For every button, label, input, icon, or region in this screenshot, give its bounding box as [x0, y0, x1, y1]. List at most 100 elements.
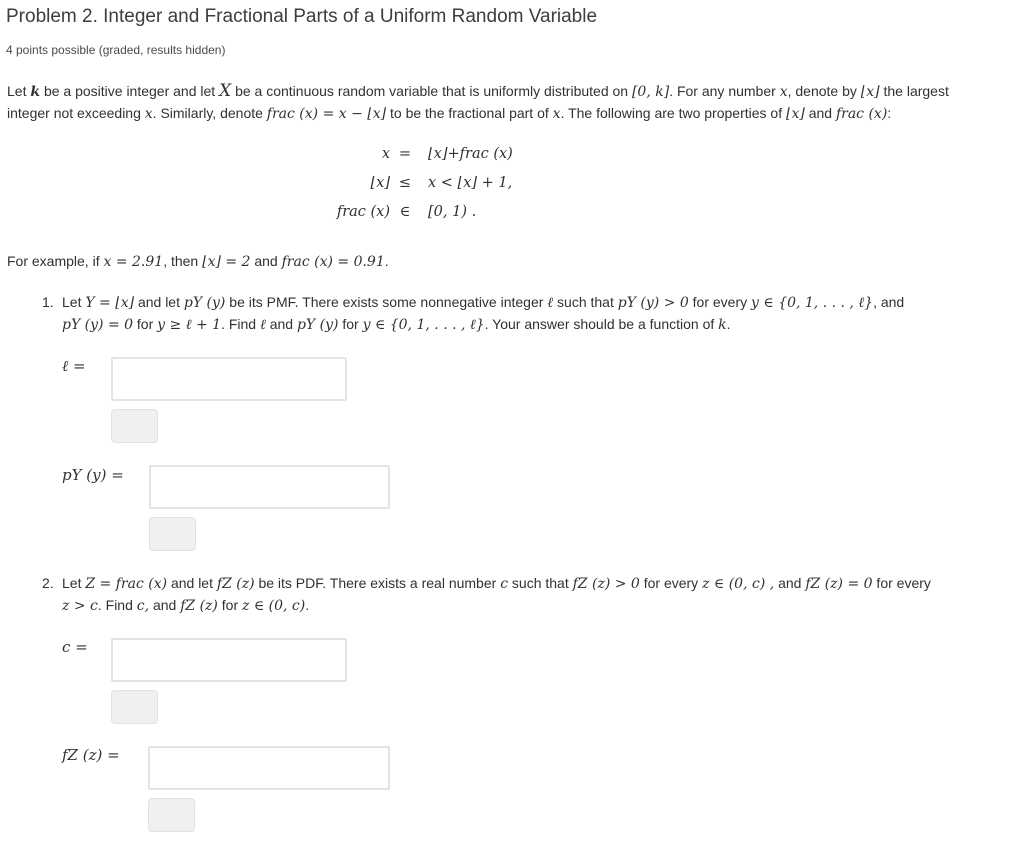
text: and let: [134, 294, 184, 310]
text: integer not exceeding: [7, 105, 145, 121]
properties-equations: x = ⌊x⌋+frac (x) ⌊x⌋ ≤ x < ⌊x⌋ + 1, frac…: [240, 146, 640, 233]
math-X: X: [219, 81, 232, 101]
math: fZ (z): [216, 576, 255, 592]
math: c: [500, 576, 509, 592]
question-text-line: pY (y) = 0 for y ≥ ℓ + 1. Find ℓ and pY …: [62, 313, 731, 336]
text: for: [217, 597, 242, 613]
equation-row: x = ⌊x⌋+frac (x): [240, 146, 640, 175]
equation-rhs: ⌊x⌋+frac (x): [428, 146, 513, 162]
text: .: [305, 597, 310, 613]
math: ⌊x⌋ = 2: [202, 254, 251, 270]
question-1: 1. Let Y = ⌊x⌋ and let pY (y) be its PMF…: [42, 291, 1022, 341]
equation-rhs: x < ⌊x⌋ + 1,: [428, 175, 513, 191]
equation-lhs: ⌊x⌋: [370, 175, 391, 191]
equation-operator: ≤: [398, 175, 412, 191]
ell-submit-button[interactable]: [111, 409, 158, 443]
text: , and: [873, 294, 905, 310]
equation-rhs: [0, 1) .: [428, 204, 477, 220]
math: c,: [136, 598, 150, 614]
math-frac-x: frac (x): [835, 106, 888, 122]
math-x: x: [144, 106, 153, 122]
text: Let: [62, 575, 86, 591]
text: and let: [167, 575, 217, 591]
text: . Find: [97, 597, 137, 613]
text: such that: [553, 294, 618, 310]
equation-operator: ∈: [399, 204, 411, 220]
problem-title: Problem 2. Integer and Fractional Parts …: [6, 6, 598, 27]
text: and: [804, 105, 836, 121]
math-floor-x: ⌊x⌋: [860, 84, 880, 100]
math: pY (y) > 0: [617, 295, 689, 311]
text: the largest: [879, 83, 949, 99]
pdf-submit-button[interactable]: [148, 798, 195, 832]
question-number: 2.: [42, 575, 54, 591]
text: . Your answer should be a function of: [484, 316, 719, 332]
math: x = 2.91: [103, 254, 164, 270]
text: be a positive integer and let: [40, 83, 220, 99]
text: be a continuous random variable that is …: [231, 83, 632, 99]
example-line: For example, if x = 2.91, then ⌊x⌋ = 2 a…: [7, 250, 389, 273]
text: be its PMF. There exists some nonnegativ…: [225, 294, 548, 310]
answer-label-pmf: pY (y) =: [62, 466, 124, 484]
math: k: [718, 317, 727, 333]
text: .: [726, 316, 731, 332]
math: pY (y): [183, 295, 226, 311]
answer-label-ell: ℓ =: [62, 357, 86, 375]
answer-label-pdf: fZ (z) =: [62, 746, 120, 764]
text: . For any number: [669, 83, 780, 99]
equation-row: frac (x) ∈ [0, 1) .: [240, 204, 640, 233]
math: fZ (z) = 0: [805, 576, 873, 592]
text: for every: [639, 575, 703, 591]
text: Let: [62, 294, 86, 310]
math: Z = frac (x): [85, 576, 168, 592]
text: such that: [508, 575, 573, 591]
math: y ≥ ℓ + 1: [157, 317, 222, 333]
math-x: x: [552, 106, 561, 122]
math-x: x: [779, 84, 788, 100]
text: for: [133, 316, 158, 332]
pmf-input[interactable]: [149, 465, 390, 509]
math: fZ (z): [180, 598, 218, 614]
c-submit-button[interactable]: [111, 690, 158, 724]
text: . The following are two properties of: [560, 105, 786, 121]
intro-line-2: integer not exceeding x. Similarly, deno…: [7, 102, 891, 125]
math: Y = ⌊x⌋: [85, 295, 135, 311]
question-number: 1.: [42, 294, 54, 310]
math-k: k: [30, 84, 41, 100]
text: for every: [688, 294, 752, 310]
text: to be the fractional part of: [386, 105, 553, 121]
question-text-line: z > c. Find c, and fZ (z) for z ∈ (0, c)…: [62, 594, 309, 617]
text: Let: [7, 83, 31, 99]
text: and: [774, 575, 806, 591]
math: frac (x) = 0.91: [281, 254, 385, 270]
text: and: [149, 597, 181, 613]
question-text-line: Let Z = frac (x) and let fZ (z) be its P…: [62, 572, 931, 595]
math-frac-def: frac (x) = x − ⌊x⌋: [266, 106, 387, 122]
text: be its PDF. There exists a real number: [254, 575, 501, 591]
points-info: 4 points possible (graded, results hidde…: [6, 43, 226, 57]
text: for every: [872, 575, 931, 591]
equation-operator: =: [398, 146, 412, 162]
text: , denote by: [787, 83, 861, 99]
math: z ∈ (0, c) ,: [702, 576, 775, 592]
equation-lhs: x: [381, 146, 390, 162]
math: y ∈ {0, 1, . . . , ℓ}: [751, 295, 874, 311]
c-input[interactable]: [111, 638, 347, 682]
math: y ∈ {0, 1, . . . , ℓ}: [362, 317, 485, 333]
text: For example, if: [7, 253, 104, 269]
equation-lhs: frac (x): [336, 204, 390, 220]
question-text-line: Let Y = ⌊x⌋ and let pY (y) be its PMF. T…: [62, 291, 904, 314]
math: z > c: [62, 598, 98, 614]
ell-input[interactable]: [111, 357, 347, 401]
text: for: [338, 316, 363, 332]
math: z ∈ (0, c): [242, 598, 306, 614]
text: . Find: [221, 316, 260, 332]
text: . Similarly, denote: [152, 105, 267, 121]
answer-label-c: c =: [62, 638, 88, 656]
math: pY (y): [296, 317, 339, 333]
text: and: [265, 316, 297, 332]
pdf-input[interactable]: [148, 746, 390, 790]
pmf-submit-button[interactable]: [149, 517, 196, 551]
math: fZ (z) > 0: [572, 576, 640, 592]
text: :: [887, 105, 892, 121]
